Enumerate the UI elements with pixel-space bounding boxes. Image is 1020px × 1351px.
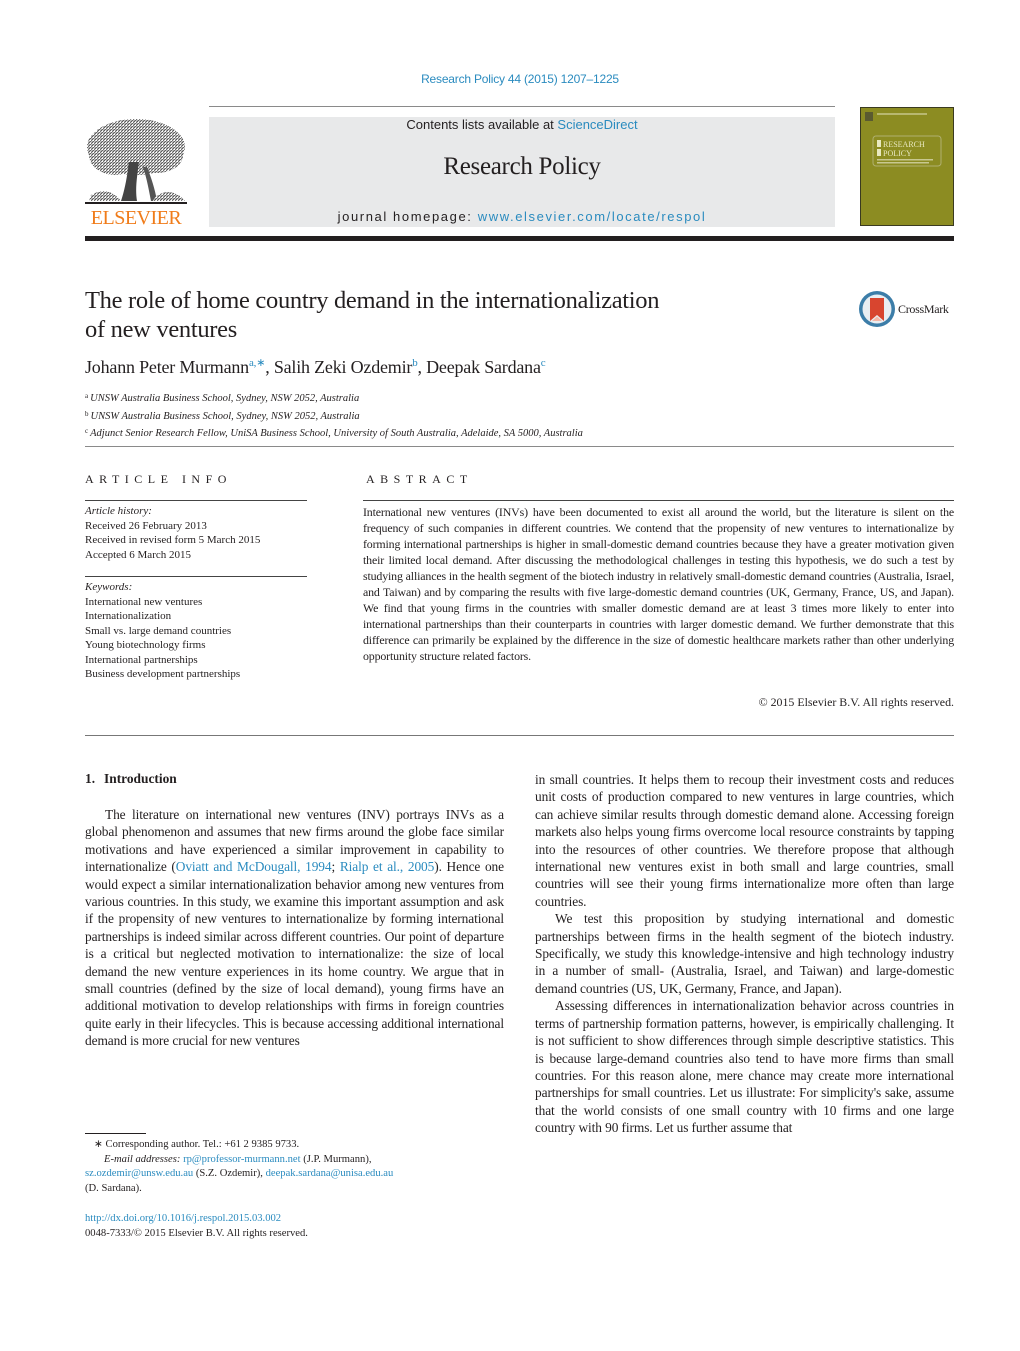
affiliation-text: UNSW Australia Business School, Sydney, … [90,393,360,404]
history-item: Received 26 February 2013 [85,519,207,532]
paragraph: Assessing differences in internationaliz… [535,998,954,1136]
abstract-copyright: © 2015 Elsevier B.V. All rights reserved… [758,695,954,709]
section-heading-introduction: 1. Introduction [85,771,177,787]
doi-link[interactable]: http://dx.doi.org/10.1016/j.respol.2015.… [85,1212,308,1227]
homepage-prefix: journal homepage: [337,209,478,224]
author-affiliation-marker[interactable]: a,∗ [249,357,265,369]
affiliation-item: c Adjunct Senior Research Fellow, UniSA B… [85,424,583,442]
email-owner: (S.Z. Ozdemir), [193,1168,266,1180]
tree-icon [85,119,187,204]
footnotes: ∗ Corresponding author. Tel.: +61 2 9385… [85,1138,505,1196]
email-owner: (J.P. Murmann), [300,1153,372,1165]
body-column-left: The literature on international new vent… [85,806,504,1050]
history-item: Received in revised form 5 March 2015 [85,534,261,546]
paragraph: in small countries. It helps them to rec… [535,772,954,909]
affiliation-key: c [85,427,89,435]
keyword-item: Business development partnerships [85,668,241,680]
email-line: sz.ozdemir@unsw.edu.au (S.Z. Ozdemir), d… [85,1167,505,1182]
cover-title-1: RESEARCH [883,140,925,149]
paragraph-text: ). Hence one would expect a similar inte… [85,859,504,1049]
author-name[interactable]: Salih Zeki Ozdemir [274,357,413,377]
journal-name: Research Policy [443,153,601,180]
author-name[interactable]: Johann Peter Murmann [85,357,249,377]
article-title: The role of home country demand in the i… [85,286,785,344]
email-line: E-mail addresses: rp@professor-murmann.n… [85,1153,505,1168]
header-divider [209,106,835,107]
keyword-item: International partnerships [85,653,198,666]
affiliations: a UNSW Australia Business School, Sydney,… [85,389,583,442]
body-column-right: in small countries. It helps them to rec… [535,771,954,1137]
footnote-divider [85,1133,146,1134]
title-line-2: of new ventures [85,316,237,343]
abstract-heading: ABSTRACT [366,472,473,486]
author-list: Johann Peter Murmanna,∗, Salih Zeki Ozde… [85,357,546,377]
keyword-item: Small vs. large demand countries [85,624,232,637]
corresponding-author-note: ∗ Corresponding author. Tel.: +61 2 9385… [94,1139,300,1150]
author-affiliation-marker[interactable]: c [541,357,546,369]
affiliation-item: b UNSW Australia Business School, Sydney,… [85,407,583,425]
section-number: 1. [85,771,96,786]
author-affiliation-marker[interactable]: b [412,357,418,369]
title-divider [85,446,954,447]
contents-line: Contents lists available at ScienceDirec… [209,117,835,132]
keyword-item: Internationalization [85,610,172,622]
journal-citation-link[interactable]: Research Policy 44 (2015) 1207–1225 [0,72,1020,86]
doi-block: http://dx.doi.org/10.1016/j.respol.2015.… [85,1212,308,1241]
article-info-heading: ARTICLE INFO [85,472,232,486]
issn-copyright: 0048-7333/© 2015 Elsevier B.V. All right… [85,1227,308,1239]
email-link[interactable]: sz.ozdemir@unsw.edu.au [85,1168,193,1179]
paragraph: We test this proposition by studying int… [535,911,954,996]
abstract-divider [363,500,954,501]
citation-link[interactable]: Oviatt and McDougall, 1994 [176,859,332,874]
keyword-item: International new ventures [85,595,203,608]
keywords-divider [85,576,307,577]
journal-cover-thumbnail[interactable]: RESEARCH POLICY [860,107,954,226]
article-history: Article history: Received 26 February 20… [85,504,260,562]
affiliation-item: a UNSW Australia Business School, Sydney,… [85,389,583,407]
journal-homepage-link[interactable]: www.elsevier.com/locate/respol [478,209,707,224]
email-link[interactable]: rp@professor-murmann.net [183,1154,301,1165]
section-title: Introduction [104,771,177,786]
affiliation-key: b [85,409,89,418]
paragraph: The literature on international new vent… [85,806,504,1050]
crossmark-icon [859,291,895,327]
elsevier-logo-text: ELSEVIER [90,207,182,229]
contents-prefix: Contents lists available at [406,117,558,132]
article-info-divider [85,500,307,501]
email-link[interactable]: deepak.sardana@unisa.edu.au [266,1168,394,1179]
history-label: Article history: [85,505,152,517]
cover-art-icon: RESEARCH POLICY [865,112,942,167]
header-thick-rule [85,236,954,241]
author-name[interactable]: Deepak Sardana [426,357,541,377]
affiliation-key: a [85,392,89,400]
affiliation-text: Adjunct Senior Research Fellow, UniSA Bu… [90,428,583,439]
body-divider [85,735,954,736]
citation-link[interactable]: Rialp et al., 2005 [340,859,435,874]
title-line-1: The role of home country demand in the i… [85,287,660,314]
history-item: Accepted 6 March 2015 [85,548,191,561]
email-owner: (D. Sardana). [85,1182,142,1194]
sciencedirect-link[interactable]: ScienceDirect [557,117,637,132]
email-label: E-mail addresses: [104,1153,184,1165]
affiliation-text: UNSW Australia Business School, Sydney, … [90,410,360,422]
cover-title-2: POLICY [883,149,912,158]
keyword-item: Young biotechnology firms [85,639,206,651]
keywords: Keywords: International new ventures Int… [85,580,240,682]
crossmark-label[interactable]: CrossMark [898,302,949,317]
journal-homepage-line: journal homepage: www.elsevier.com/locat… [209,209,835,224]
keywords-label: Keywords: [85,581,133,593]
abstract-text: International new ventures (INVs) have b… [363,505,954,663]
citation-separator: ; [331,859,340,875]
